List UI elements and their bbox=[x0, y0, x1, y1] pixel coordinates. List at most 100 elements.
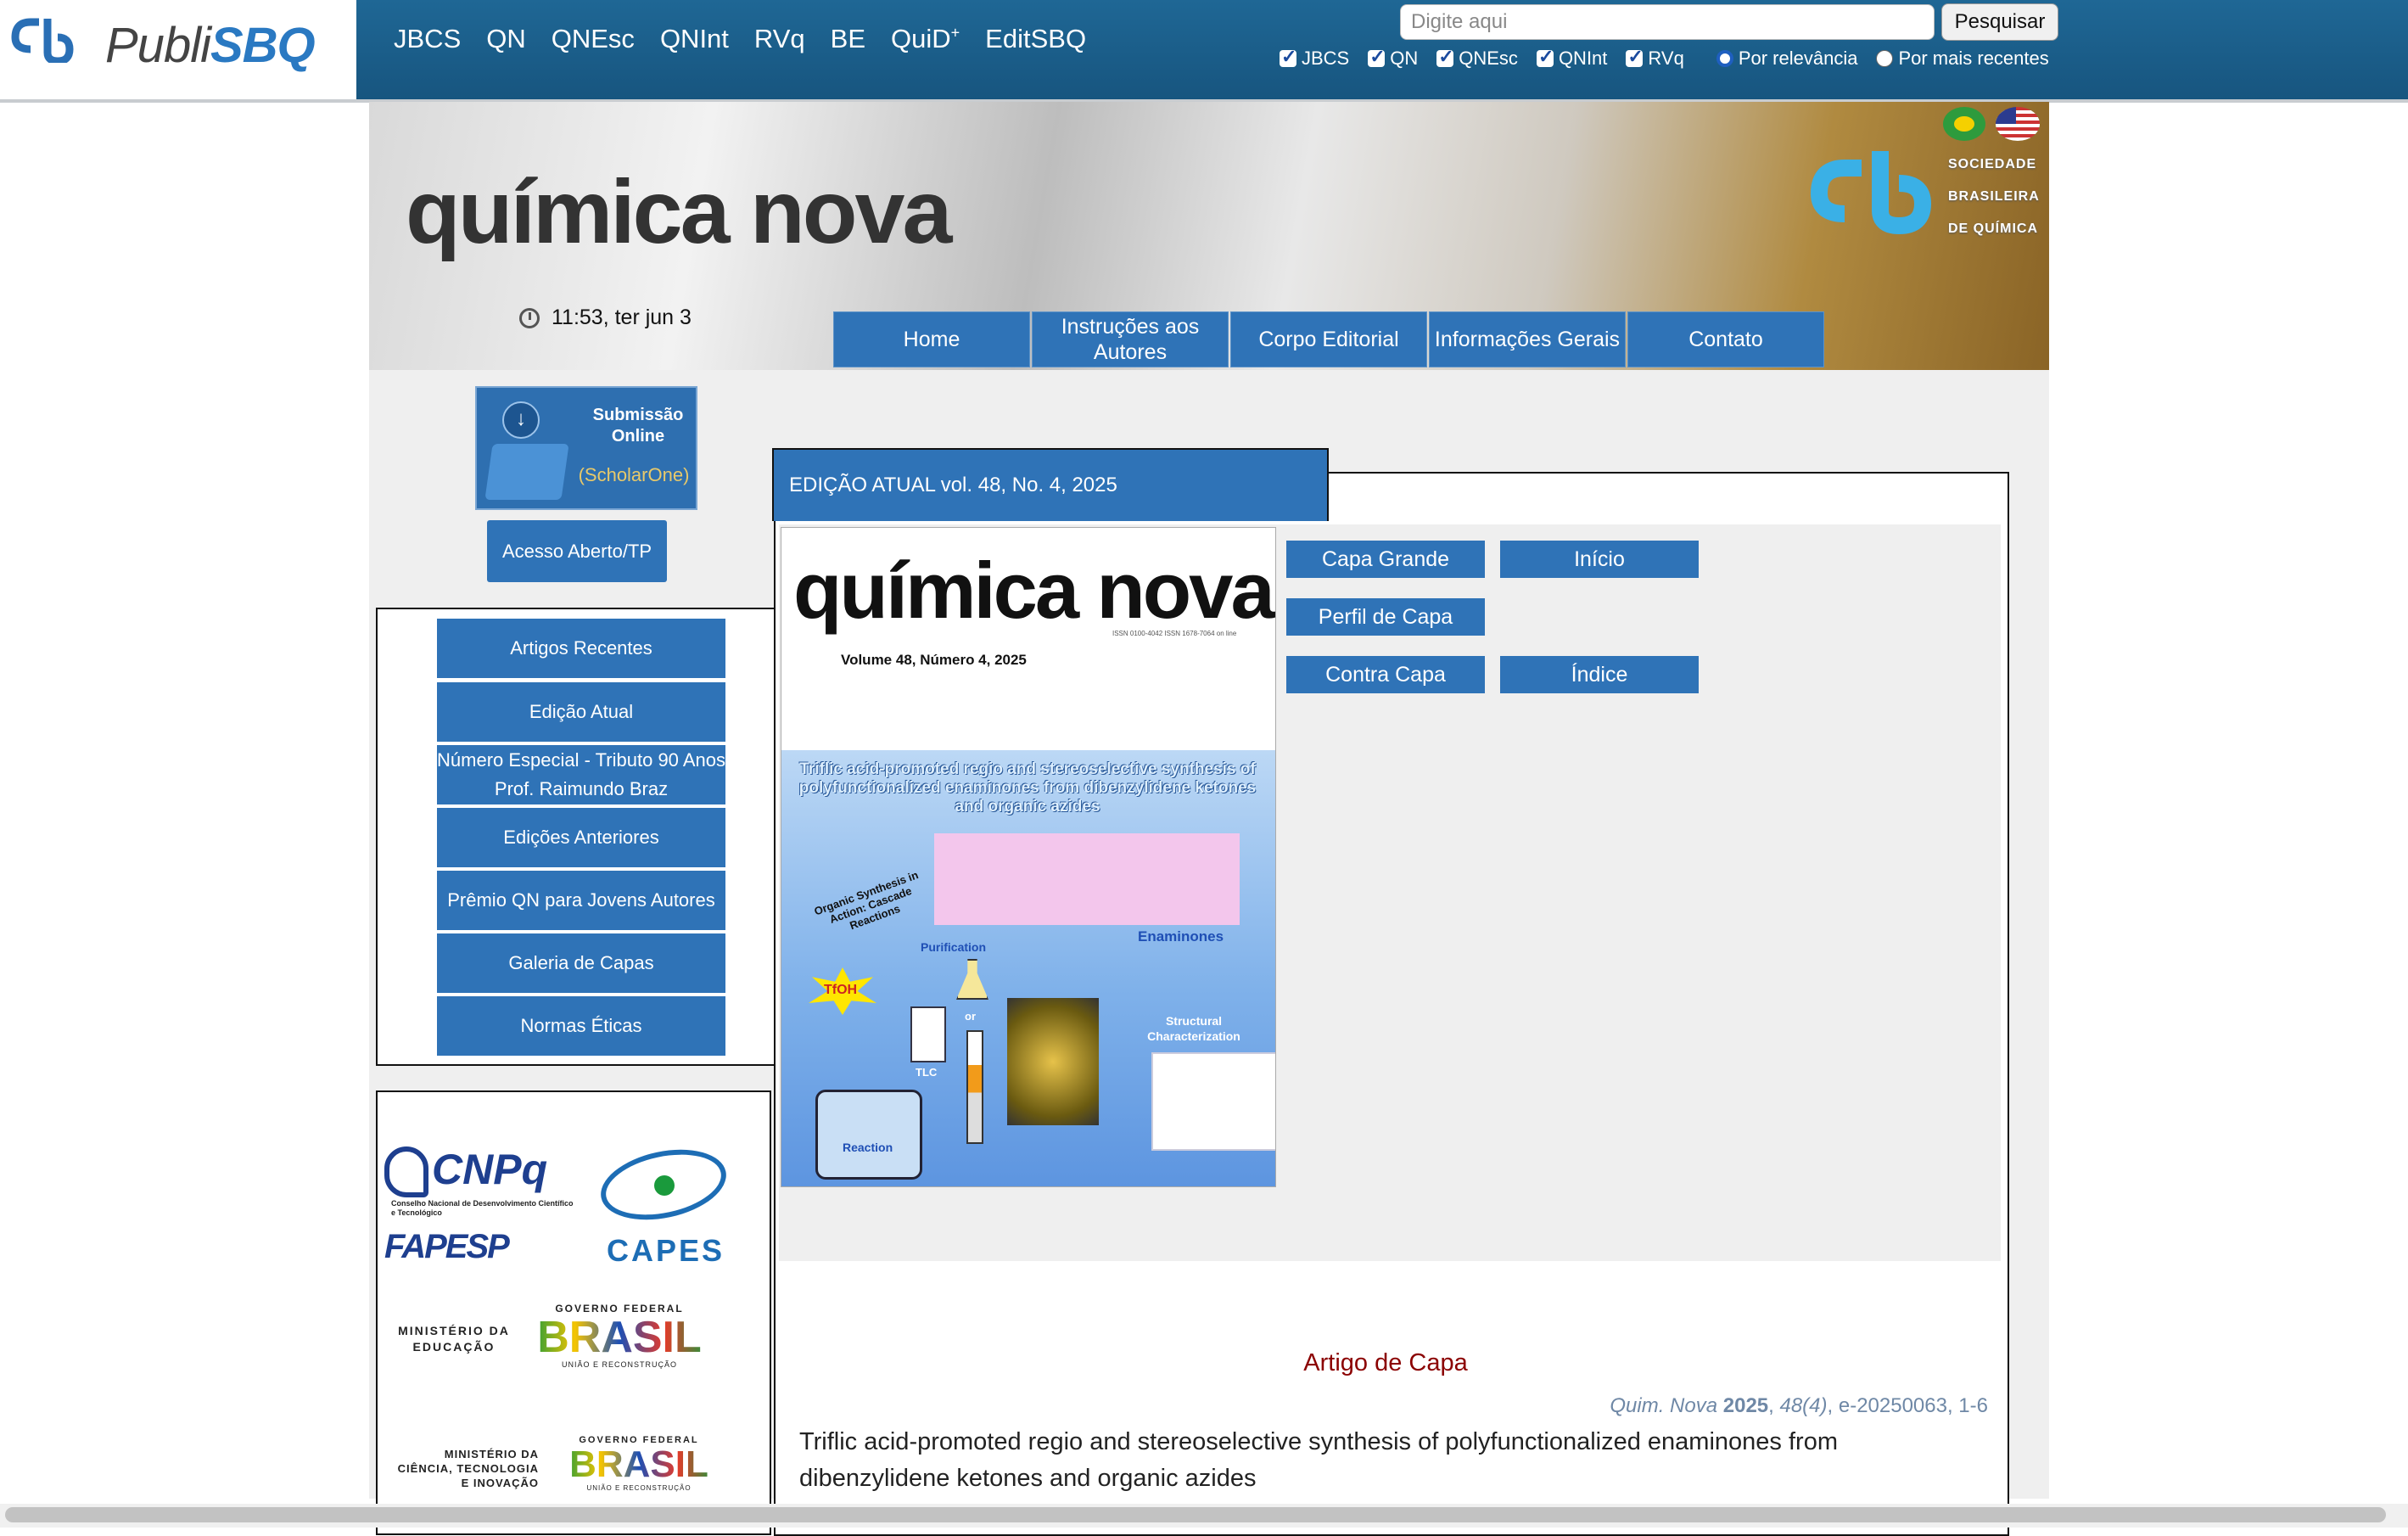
cover-label-or: or bbox=[965, 1010, 976, 1023]
sbq-society-logo-icon bbox=[1811, 151, 1932, 235]
mcti-label: MINISTÉRIO DA CIÊNCIA, TECNOLOGIA E INOV… bbox=[397, 1448, 539, 1489]
clock: 11:53, ter jun 3 bbox=[519, 306, 692, 330]
nav-jbcs[interactable]: JBCS bbox=[394, 24, 461, 54]
nav-qn[interactable]: QN bbox=[486, 24, 526, 54]
nav-quid[interactable]: QuiD+ bbox=[891, 24, 960, 54]
citation-year: 2025 bbox=[1722, 1394, 1769, 1417]
brasil-wordmark: BRASIL bbox=[530, 1315, 708, 1360]
fapesp-logo[interactable]: FAPESP bbox=[384, 1228, 510, 1266]
usa-flag-icon[interactable] bbox=[1996, 107, 2040, 141]
cover-label-tfoh: TfOH bbox=[824, 983, 858, 997]
cover-article-link[interactable]: Triflic acid-promoted regio and stereose… bbox=[799, 1424, 1987, 1497]
submissao-online-button[interactable]: ↓ Submissão Online (ScholarOne) bbox=[475, 386, 697, 510]
capes-logo[interactable]: CAPES bbox=[594, 1139, 736, 1270]
nav-qnesc[interactable]: QNEsc bbox=[552, 24, 635, 54]
acesso-aberto-button[interactable]: Acesso Aberto/TP bbox=[487, 520, 667, 582]
radio-icon bbox=[1876, 50, 1894, 67]
filter-qnint[interactable]: QNInt bbox=[1536, 46, 1607, 70]
publisbq-wordmark: PubliSBQ bbox=[105, 18, 316, 73]
cover-title: química nova bbox=[793, 546, 1275, 635]
mec-label: MINISTÉRIO DA EDUCAÇÃO bbox=[398, 1324, 510, 1354]
sidebar-item-normas-eticas[interactable]: Normas Éticas bbox=[437, 996, 725, 1056]
cover-label-structural: Structural Characterization bbox=[1147, 1014, 1240, 1043]
crystal-photo bbox=[1007, 998, 1099, 1125]
sidebar-item-premio-qn[interactable]: Prêmio QN para Jovens Autores bbox=[437, 871, 725, 930]
scholarone-label: (ScholarOne) bbox=[578, 464, 690, 485]
tlc-plate-graphic bbox=[910, 1006, 946, 1062]
capa-grande-button[interactable]: Capa Grande bbox=[1286, 541, 1485, 578]
cover-label-reaction: Reaction bbox=[843, 1141, 893, 1154]
filter-qn[interactable]: QN bbox=[1368, 46, 1419, 70]
sidebar-item-numero-especial[interactable]: Número Especial - Tributo 90 Anos Prof. … bbox=[437, 745, 725, 804]
sidebar-menu: Artigos Recentes Edição Atual Número Esp… bbox=[376, 608, 776, 1066]
checkbox-checked-icon bbox=[1368, 46, 1386, 68]
sbq-text-line: BRASILEIRA bbox=[1948, 189, 2040, 204]
nav-editsbq[interactable]: EditSBQ bbox=[985, 24, 1086, 54]
submissao-line1: Submissão bbox=[592, 406, 684, 424]
sbq-text-line: DE QUÍMICA bbox=[1948, 221, 2038, 236]
sidebar-item-artigos-recentes[interactable]: Artigos Recentes bbox=[437, 619, 725, 678]
download-arrow-icon: ↓ bbox=[502, 401, 540, 439]
filter-qnesc[interactable]: QNEsc bbox=[1436, 46, 1518, 70]
folder-icon bbox=[484, 444, 569, 500]
cover-article-title: Triflic acid-promoted regio and stereose… bbox=[798, 760, 1257, 816]
filter-jbcs[interactable]: JBCS bbox=[1280, 46, 1350, 70]
publisbq-logo-box[interactable]: PubliSBQ bbox=[0, 0, 356, 99]
column-graphic bbox=[966, 1030, 983, 1144]
main-nav: Home Instruções aos Autores Corpo Editor… bbox=[834, 312, 1823, 367]
cnpq-emblem-icon bbox=[384, 1146, 428, 1197]
nav-contato[interactable]: Contato bbox=[1628, 312, 1823, 367]
sbq-logo-icon bbox=[11, 18, 74, 63]
nav-instrucoes-autores[interactable]: Instruções aos Autores bbox=[1033, 312, 1228, 367]
cover-label-purification: Purification bbox=[921, 940, 987, 954]
nav-quid-label: QuiD bbox=[891, 24, 951, 53]
indice-button[interactable]: Índice bbox=[1500, 656, 1699, 693]
inicio-button[interactable]: Início bbox=[1500, 541, 1699, 578]
sidebar-item-galeria-capas[interactable]: Galeria de Capas bbox=[437, 933, 725, 993]
checkbox-checked-icon bbox=[1536, 46, 1554, 68]
nav-corpo-editorial[interactable]: Corpo Editorial bbox=[1231, 312, 1426, 367]
sponsor-logos: CNPq Conselho Nacional de Desenvolviment… bbox=[376, 1090, 771, 1535]
banner-title: química nova bbox=[406, 162, 952, 262]
sidebar-item-edicoes-anteriores[interactable]: Edições Anteriores bbox=[437, 808, 725, 867]
filter-rvq[interactable]: RVq bbox=[1626, 46, 1684, 70]
gov-brasil-logo-2[interactable]: GOVERNO FEDERAL BRASIL UNIÃO E RECONSTRU… bbox=[563, 1435, 715, 1511]
flask-graphic bbox=[956, 959, 988, 1000]
cover-artwork: Triflic acid-promoted regio and stereose… bbox=[781, 750, 1275, 1186]
nav-be[interactable]: BE bbox=[831, 24, 865, 54]
brazil-flag-icon[interactable] bbox=[1943, 107, 1985, 141]
checkbox-checked-icon bbox=[1280, 46, 1296, 68]
search-filters: JBCS QN QNEsc QNInt RVq Por relevância P… bbox=[1280, 46, 2068, 70]
sort-recent-radio[interactable]: Por mais recentes bbox=[1876, 48, 2049, 70]
nav-rvq[interactable]: RVq bbox=[754, 24, 805, 54]
cnpq-logo[interactable]: CNPq Conselho Nacional de Desenvolviment… bbox=[384, 1145, 574, 1221]
edicao-atual-tab: EDIÇÃO ATUAL vol. 48, No. 4, 2025 bbox=[772, 448, 1329, 521]
issue-cover-image[interactable]: química nova ISSN 0100-4042 ISSN 1678-70… bbox=[781, 527, 1276, 1187]
gov-slogan: UNIÃO E RECONSTRUÇÃO bbox=[586, 1484, 692, 1492]
sidebar-item-edicao-atual[interactable]: Edição Atual bbox=[437, 682, 725, 742]
sbq-text-line: SOCIEDADE bbox=[1948, 157, 2037, 171]
sort-relevance-radio[interactable]: Por relevância bbox=[1716, 48, 1858, 70]
gov-brasil-logo[interactable]: GOVERNO FEDERAL BRASIL UNIÃO E RECONSTRU… bbox=[530, 1303, 708, 1379]
journal-nav: JBCS QN QNEsc QNInt RVq BE QuiD+ EditSBQ bbox=[394, 24, 1112, 54]
capes-dot-icon bbox=[654, 1175, 675, 1196]
filter-label: QN bbox=[1390, 48, 1419, 69]
perfil-de-capa-button[interactable]: Perfil de Capa bbox=[1286, 598, 1485, 636]
cnpq-wordmark: CNPq bbox=[432, 1146, 548, 1193]
citation-volume: 48(4) bbox=[1779, 1394, 1828, 1417]
reaction-scheme-graphic bbox=[934, 833, 1240, 925]
scrollbar-thumb[interactable] bbox=[5, 1507, 2386, 1522]
filter-label: JBCS bbox=[1302, 48, 1350, 69]
contra-capa-button[interactable]: Contra Capa bbox=[1286, 656, 1485, 693]
nav-quid-sup: + bbox=[950, 24, 960, 42]
cover-label-enaminones: Enaminones bbox=[1138, 928, 1224, 945]
cover-volume: Volume 48, Número 4, 2025 bbox=[841, 652, 1027, 668]
sort-label: Por relevância bbox=[1738, 48, 1858, 69]
nav-informacoes-gerais[interactable]: Informações Gerais bbox=[1430, 312, 1625, 367]
search-button[interactable]: Pesquisar bbox=[1941, 3, 2058, 41]
nav-qnint[interactable]: QNInt bbox=[660, 24, 729, 54]
artigo-de-capa-heading: Artigo de Capa bbox=[1303, 1349, 1468, 1376]
reaction-flask-graphic bbox=[815, 1090, 922, 1180]
nav-home[interactable]: Home bbox=[834, 312, 1029, 367]
search-input[interactable] bbox=[1400, 4, 1935, 40]
